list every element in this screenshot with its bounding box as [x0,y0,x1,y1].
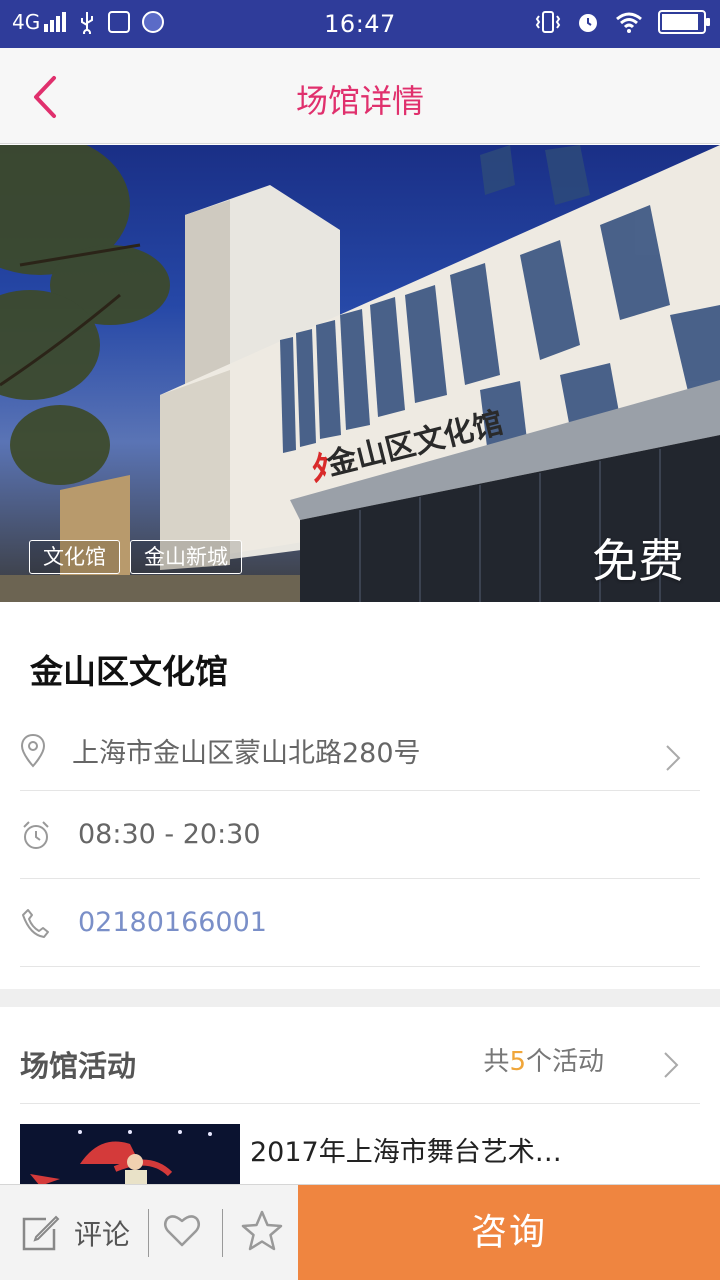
venue-photo: ﾀ 金山区文化馆 文化馆 金山新城 免费 [0,145,720,602]
count-number: 5 [509,1047,526,1077]
count-suffix: 个活动 [525,1047,604,1077]
status-bar: 4G 16:47 [0,0,720,48]
divider [20,1103,700,1104]
phone-number-link[interactable]: 02180166001 [78,907,267,938]
tag-category: 文化馆 [29,540,120,574]
phone-icon [22,909,49,938]
count-prefix: 共 [483,1047,510,1077]
page-title: 场馆详情 [295,82,424,120]
wifi-icon [616,12,642,33]
address-row[interactable]: 上海市金山区蒙山北路280号 [20,703,700,791]
vibrate-icon [535,11,561,33]
phone-row[interactable]: 02180166001 [20,879,700,967]
venue-tags: 文化馆 金山新城 [29,540,242,574]
venue-name: 金山区文化馆 [30,652,228,691]
alarm-icon [579,14,597,32]
consult-button[interactable]: 咨询 [298,1185,720,1280]
heart-icon [164,1215,200,1247]
address-text: 上海市金山区蒙山北路280号 [72,738,421,769]
comment-label: 评论 [74,1218,131,1251]
divider [222,1209,223,1257]
section-title-activities: 场馆活动 [20,1049,137,1083]
chevron-right-icon[interactable] [662,1050,680,1080]
location-pin-icon [20,733,46,768]
bottom-action-bar: 评论 咨询 [0,1184,720,1280]
hours-text: 08:30 - 20:30 [78,819,261,850]
tag-area: 金山新城 [130,540,242,574]
app-header: 场馆详情 [0,48,720,144]
like-button[interactable] [162,1211,202,1253]
activity-title[interactable]: 2017年上海市舞台艺术… [250,1130,562,1169]
edit-icon [22,1215,60,1251]
hours-row: 08:30 - 20:30 [20,791,700,879]
divider [148,1209,149,1257]
comment-button[interactable]: 评论 [20,1209,130,1257]
activity-count[interactable]: 共5个活动 [483,1041,604,1078]
status-right [534,10,710,34]
clock-icon [23,821,49,849]
chevron-right-icon [666,745,681,771]
price-label: 免费 [592,534,684,588]
star-icon [241,1210,283,1251]
section-divider [0,989,720,1007]
battery-icon [658,10,710,34]
favorite-button[interactable] [240,1209,284,1257]
